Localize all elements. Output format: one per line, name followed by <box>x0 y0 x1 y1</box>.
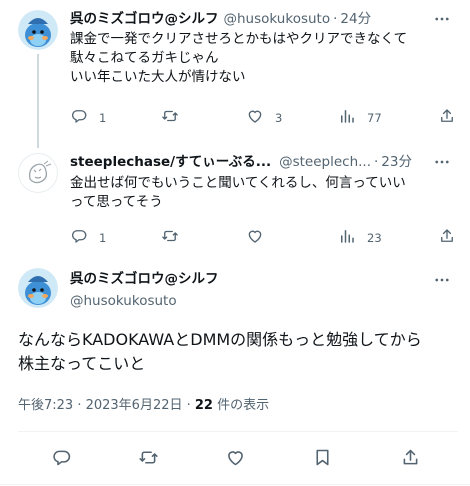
separator-dot: · <box>374 154 379 170</box>
retweet-button[interactable] <box>161 108 190 128</box>
retweet-icon <box>161 227 179 249</box>
thread-line <box>37 54 39 140</box>
share-icon <box>400 447 421 472</box>
tweet-text-line: いい年こいた大人が情けない <box>70 69 246 85</box>
thread-line <box>37 140 39 148</box>
more-icon[interactable] <box>432 9 452 29</box>
reply-tweet-2[interactable]: steeplechase/すてぃーぶる... @steeplech... · 2… <box>0 140 470 258</box>
reply-tweet-1[interactable]: 呉のミズゴロウ@シルフ @husokukosuto · 24分 課金で一発でクリ… <box>0 0 470 140</box>
bookmark-icon <box>312 447 333 472</box>
reply-icon <box>51 447 72 472</box>
more-icon[interactable] <box>432 152 452 172</box>
tweet-text-line: 金出せば何でもいうこと聞いてくれるし、何言っていい <box>70 175 406 191</box>
tweet-text: 金出せば何でもいうこと聞いてくれるし、何言っていい って思ってそう <box>70 174 455 212</box>
user-handle[interactable]: @husokukosuto <box>70 292 177 310</box>
tweet-text: なんならKADOKAWAとDMMの関係もっと勉強してから 株主なってこいと <box>18 328 458 376</box>
like-icon <box>225 447 246 472</box>
reply-icon <box>70 227 88 249</box>
user-handle[interactable]: @husokukosuto <box>224 10 331 28</box>
bookmark-button[interactable] <box>310 447 334 471</box>
share-icon <box>438 107 456 129</box>
retweet-icon <box>161 107 179 129</box>
action-bar: 1 23 <box>70 228 460 248</box>
like-button[interactable] <box>223 447 247 471</box>
retweet-icon <box>138 447 159 472</box>
user-handle[interactable]: @steeplech... <box>279 153 371 171</box>
display-name[interactable]: 呉のミズゴロウ@シルフ <box>70 10 219 28</box>
views-label[interactable]: 件の表示 <box>213 398 269 413</box>
like-count: 3 <box>275 111 283 125</box>
like-button[interactable]: 3 <box>246 108 282 128</box>
reply-button[interactable] <box>49 447 73 471</box>
display-name[interactable]: steeplechase/すてぃーぶる... <box>70 153 271 171</box>
divider <box>18 431 458 432</box>
tweet-meta: 午後7:23 · 2023年6月22日 · 22 件の表示 <box>18 397 269 415</box>
timestamp[interactable]: 24分 <box>340 10 371 28</box>
tweet-text-line: 駄々こねてるガキじゃん <box>70 50 219 66</box>
retweet-button[interactable] <box>161 228 190 248</box>
reply-icon <box>70 107 88 129</box>
like-icon <box>246 107 264 129</box>
view-count: 23 <box>367 231 382 245</box>
avatar[interactable] <box>18 10 58 50</box>
reply-count: 1 <box>99 111 107 125</box>
divider <box>0 484 470 485</box>
like-icon <box>246 227 264 249</box>
share-button[interactable] <box>438 108 456 128</box>
views-icon <box>338 227 356 249</box>
more-icon[interactable] <box>432 270 452 290</box>
like-button[interactable] <box>246 228 275 248</box>
timestamp[interactable]: 23分 <box>381 153 412 171</box>
action-bar: 1 3 77 <box>70 108 460 128</box>
action-bar <box>0 447 470 471</box>
tweet-text-line: って思ってそう <box>70 194 163 210</box>
tweet-text-line: 課金で一発でクリアさせろとかもはやクリアできなくて <box>70 31 408 47</box>
avatar[interactable] <box>18 153 58 193</box>
reply-button[interactable]: 1 <box>70 108 106 128</box>
views-icon <box>338 107 356 129</box>
reply-button[interactable]: 1 <box>70 228 106 248</box>
share-button[interactable] <box>398 447 422 471</box>
separator-dot: · <box>333 11 338 27</box>
share-icon <box>438 227 456 249</box>
avatar[interactable] <box>18 268 58 308</box>
views-button[interactable]: 23 <box>338 228 382 248</box>
view-count: 77 <box>367 111 382 125</box>
tweet-text-line: 株主なってこいと <box>18 354 146 373</box>
views-count: 22 <box>194 398 213 413</box>
views-button[interactable]: 77 <box>338 108 382 128</box>
retweet-button[interactable] <box>136 447 160 471</box>
reply-count: 1 <box>99 231 107 245</box>
tweet-text-line: なんならKADOKAWAとDMMの関係もっと勉強してから <box>18 330 422 349</box>
timestamp[interactable]: 午後7:23 · 2023年6月22日 · <box>18 398 195 413</box>
display-name[interactable]: 呉のミズゴロウ@シルフ <box>70 270 219 288</box>
share-button[interactable] <box>438 228 456 248</box>
tweet-text: 課金で一発でクリアさせろとかもはやクリアできなくて 駄々こねてるガキじゃん いい… <box>70 30 455 87</box>
